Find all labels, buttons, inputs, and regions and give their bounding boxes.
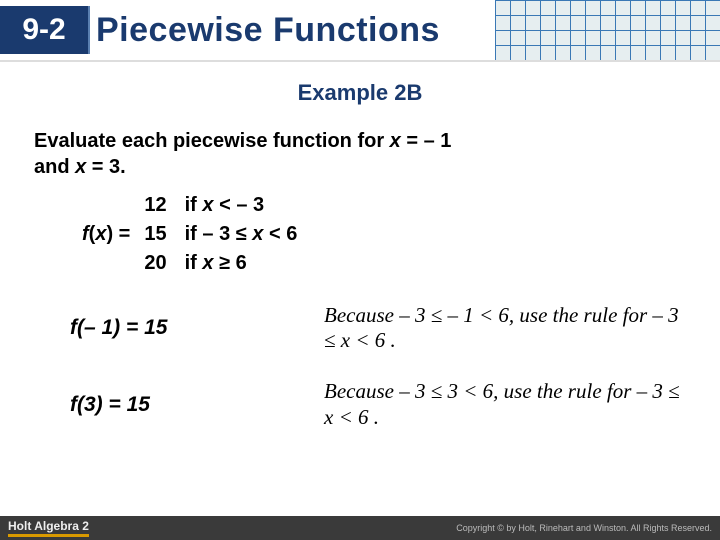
header-grid-decoration (495, 0, 720, 60)
prompt-a: Evaluate each piecewise function for (34, 130, 390, 152)
lhs-x: x (95, 223, 106, 245)
cond-1: if – 3 ≤ x < 6 (185, 221, 298, 248)
condition-column: if x < – 3 if – 3 ≤ x < 6 if x ≥ 6 (185, 192, 298, 277)
lhs-f: f (82, 223, 89, 245)
footer: Holt Algebra 2 Copyright © by Holt, Rine… (0, 516, 720, 540)
eval-left-0-text: f(– 1) = 15 (70, 316, 167, 339)
prompt-x1: x (390, 130, 401, 152)
eval-right-0-text: Because – 3 ≤ – 1 < 6, use the rule for … (324, 303, 679, 352)
prompt-text: Evaluate each piecewise function for x =… (34, 128, 686, 180)
value-1: 15 (144, 221, 166, 248)
prompt-b: = – 1 (401, 130, 452, 152)
eval-left-1-text: f(3) = 15 (70, 393, 150, 416)
cond-2: if x ≥ 6 (185, 250, 298, 277)
footer-copyright: Copyright © by Holt, Rinehart and Winsto… (456, 523, 712, 533)
eval-right-0: Because – 3 ≤ – 1 < 6, use the rule for … (324, 303, 686, 353)
eval-right-1-text: Because – 3 ≤ 3 < 6, use the rule for – … (324, 379, 680, 428)
footer-textbook: Holt Algebra 2 (8, 519, 89, 537)
prompt-d: = 3. (86, 156, 125, 178)
function-definition: f(x) = 12 15 20 if x < – 3 if – 3 ≤ x < … (34, 192, 686, 277)
eval-row-1: f(3) = 15 Because – 3 ≤ 3 < 6, use the r… (34, 379, 686, 429)
lesson-number-badge: 9-2 (0, 6, 90, 54)
cond-0-text: if x < – 3 (185, 194, 265, 216)
eval-right-1: Because – 3 ≤ 3 < 6, use the rule for – … (324, 379, 686, 429)
prompt-x2: x (75, 156, 86, 178)
content: Evaluate each piecewise function for x =… (0, 106, 720, 430)
value-column: 12 15 20 (144, 192, 166, 277)
lesson-title: Piecewise Functions (96, 6, 440, 54)
prompt-c: and (34, 156, 75, 178)
eval-left-0: f(– 1) = 15 (34, 316, 324, 340)
cond-1-text: if – 3 ≤ x < 6 (185, 223, 298, 245)
value-2: 20 (144, 250, 166, 277)
example-label: Example 2B (0, 80, 720, 106)
eval-row-0: f(– 1) = 15 Because – 3 ≤ – 1 < 6, use t… (34, 303, 686, 353)
cond-2-text: if x ≥ 6 (185, 252, 247, 274)
lhs-close: ) = (106, 223, 130, 245)
function-lhs: f(x) = (34, 223, 136, 246)
piecewise-pieces: 12 15 20 if x < – 3 if – 3 ≤ x < 6 if x … (136, 192, 297, 277)
evaluations: f(– 1) = 15 Because – 3 ≤ – 1 < 6, use t… (34, 303, 686, 430)
header: 9-2 Piecewise Functions (0, 0, 720, 62)
eval-left-1: f(3) = 15 (34, 393, 324, 417)
footer-left: Holt Algebra 2 (8, 519, 89, 537)
cond-0: if x < – 3 (185, 192, 298, 219)
value-0: 12 (144, 192, 166, 219)
